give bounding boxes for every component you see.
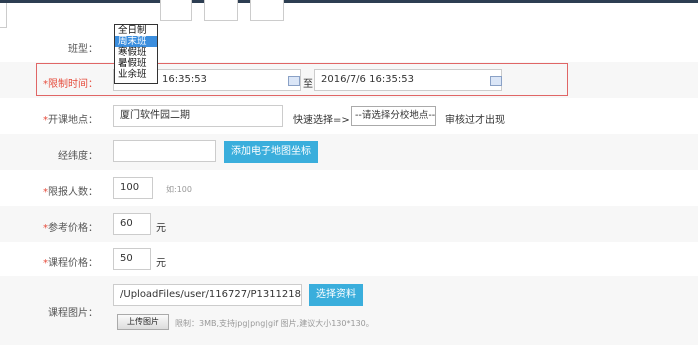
ref-price-label: *参考价格： bbox=[43, 223, 98, 234]
course-price-label-text: 课程价格： bbox=[48, 258, 98, 269]
image-path-input[interactable]: /UploadFiles/user/116727/P13112181438 bbox=[113, 284, 302, 306]
class-type-dropdown[interactable]: 全日制 周末班 寒假班 暑假班 业余班 bbox=[114, 24, 158, 84]
row-class-type: 班型： bbox=[0, 28, 698, 62]
choose-file-button[interactable]: 选择资料 bbox=[309, 284, 363, 306]
quick-select-label: 快速选择=> bbox=[293, 115, 350, 126]
coords-input[interactable] bbox=[113, 140, 216, 162]
location-input[interactable]: 厦门软件园二期 bbox=[113, 105, 283, 127]
upload-image-button[interactable]: 上传图片 bbox=[117, 314, 169, 330]
row-course-price: *课程价格： 50 元 bbox=[0, 242, 698, 276]
row-coords: 经纬度： 添加电子地图坐标 bbox=[0, 134, 698, 170]
class-type-label: 班型： bbox=[68, 44, 98, 55]
dropdown-option[interactable]: 寒假班 bbox=[115, 47, 157, 58]
max-people-hint: 如:100 bbox=[166, 185, 192, 194]
top-stub-2 bbox=[204, 0, 238, 21]
row-max-people: *限报人数： 100 如:100 bbox=[0, 170, 698, 206]
ref-price-unit: 元 bbox=[156, 223, 166, 234]
ref-price-label-text: 参考价格： bbox=[48, 223, 98, 234]
review-note: 审核过才出现 bbox=[445, 115, 505, 126]
dropdown-option[interactable]: 全日制 bbox=[115, 25, 157, 36]
dropdown-option[interactable]: 业余班 bbox=[115, 69, 157, 80]
course-image-label: 课程图片： bbox=[48, 308, 98, 319]
max-people-label-text: 限报人数： bbox=[48, 187, 98, 198]
course-price-input[interactable]: 50 bbox=[113, 248, 151, 270]
top-stub-1 bbox=[160, 0, 192, 21]
top-stub-3 bbox=[250, 0, 284, 21]
row-course-image: 课程图片： /UploadFiles/user/116727/P13112181… bbox=[0, 276, 698, 345]
ref-price-input[interactable]: 60 bbox=[113, 213, 151, 235]
course-price-label: *课程价格： bbox=[43, 258, 98, 269]
max-people-input[interactable]: 100 bbox=[113, 177, 153, 199]
upload-hint: 限制：3MB,支持jpg|png|gif 图片,建议大小130*130。 bbox=[175, 319, 374, 328]
location-label: *开课地点： bbox=[43, 115, 98, 126]
max-people-label: *限报人数： bbox=[43, 187, 98, 198]
dropdown-option-selected[interactable]: 周末班 bbox=[115, 36, 157, 47]
left-edge bbox=[0, 3, 7, 28]
coords-label: 经纬度： bbox=[58, 151, 98, 162]
add-map-coords-button[interactable]: 添加电子地图坐标 bbox=[224, 141, 318, 163]
location-label-text: 开课地点： bbox=[48, 115, 98, 126]
row-location: *开课地点： 厦门软件园二期 快速选择=> --请选择分校地点-- 审核过才出现 bbox=[0, 98, 698, 134]
top-bar bbox=[0, 0, 698, 3]
course-price-unit: 元 bbox=[156, 258, 166, 269]
branch-select[interactable]: --请选择分校地点-- bbox=[351, 106, 436, 126]
dropdown-option[interactable]: 暑假班 bbox=[115, 58, 157, 69]
row-ref-price: *参考价格： 60 元 bbox=[0, 206, 698, 242]
